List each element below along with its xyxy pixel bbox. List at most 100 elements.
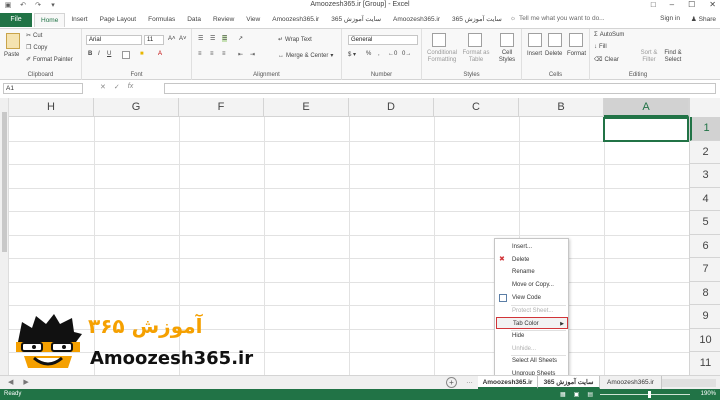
tab-2[interactable]: Page Layout <box>94 13 143 27</box>
merge-center-button[interactable]: ↔ Merge & Center ▾ <box>278 52 333 60</box>
format-cells-icon[interactable] <box>569 33 583 47</box>
scroll-right-icon[interactable]: ▶ <box>23 378 28 386</box>
column-header-d[interactable]: D <box>349 98 434 117</box>
tab-6[interactable]: View <box>240 13 266 27</box>
insert-cells-button[interactable]: Insert <box>527 51 542 57</box>
cell-styles-icon[interactable] <box>500 33 514 47</box>
sort-filter-button[interactable]: Sort & Filter <box>638 50 660 64</box>
column-header-f[interactable]: F <box>179 98 264 117</box>
menu-item-hide[interactable]: Hide <box>496 330 568 342</box>
row-header-7[interactable]: 7 <box>690 258 720 282</box>
tab-4[interactable]: Data <box>181 13 207 27</box>
autosum-button[interactable]: Σ AutoSum <box>594 32 624 38</box>
minimize-icon[interactable]: – <box>670 0 674 9</box>
percent-icon[interactable]: % <box>366 51 371 57</box>
column-header-e[interactable]: E <box>264 98 349 117</box>
format-table-icon[interactable] <box>468 33 482 47</box>
currency-icon[interactable]: $ ▾ <box>348 51 356 58</box>
tab-10[interactable]: سایت آموزش 365 <box>446 13 508 27</box>
find-select-button[interactable]: Find & Select <box>662 50 684 64</box>
tab-7[interactable]: Amoozesh365.ir <box>266 13 325 27</box>
row-header-11[interactable]: 11 <box>690 352 720 376</box>
delete-cells-icon[interactable] <box>548 33 562 47</box>
vertical-scrollbar[interactable] <box>0 98 9 375</box>
comma-icon[interactable]: , <box>378 51 380 57</box>
tab-0[interactable]: Home <box>34 13 66 27</box>
sheet-tab-1[interactable]: Amoozesh365.ir <box>478 376 538 389</box>
row-header-3[interactable]: 3 <box>690 164 720 188</box>
font-name-select[interactable]: Arial <box>86 35 142 45</box>
column-header-c[interactable]: C <box>434 98 519 117</box>
menu-item-move-or-copy[interactable]: Move or Copy... <box>496 279 568 291</box>
font-color-icon[interactable]: A <box>158 51 162 57</box>
cancel-icon[interactable]: ✕ <box>100 83 106 91</box>
menu-item-insert[interactable]: Insert... <box>496 241 568 253</box>
column-header-g[interactable]: G <box>94 98 179 117</box>
wrap-text-button[interactable]: ↵ Wrap Text <box>278 36 312 44</box>
clear-button[interactable]: ⌫ Clear <box>594 56 619 64</box>
sheet-tab-3[interactable]: Amoozesh365.ir <box>600 376 662 389</box>
row-header-8[interactable]: 8 <box>690 282 720 305</box>
indent-icon[interactable]: ⇤ <box>238 51 243 58</box>
insert-function-icon[interactable]: fx <box>128 83 133 91</box>
font-size-select[interactable]: 11 <box>144 35 164 45</box>
sheet-tab-2[interactable]: سایت آموزش 365 <box>538 376 600 389</box>
orientation-icon[interactable]: ↗ <box>238 35 243 42</box>
menu-item-rename[interactable]: Rename <box>496 266 568 278</box>
tab-5[interactable]: Review <box>207 13 240 27</box>
format-cells-button[interactable]: Format <box>567 51 586 57</box>
align-left-icon[interactable]: ≡ <box>198 51 202 57</box>
column-header-b[interactable]: B <box>519 98 604 117</box>
align-middle-icon[interactable]: ☰ <box>210 35 215 42</box>
align-center-icon[interactable]: ≡ <box>210 51 214 57</box>
delete-cells-button[interactable]: Delete <box>545 51 562 57</box>
column-header-a[interactable]: A <box>604 98 689 117</box>
bold-icon[interactable]: B <box>88 51 92 57</box>
page-break-icon[interactable]: ▤ <box>587 391 593 398</box>
paste-button[interactable]: Paste <box>4 52 19 58</box>
fill-button[interactable]: ↓ Fill <box>594 44 607 50</box>
scrollbar-thumb[interactable] <box>2 112 7 252</box>
align-bottom-icon[interactable]: ☰ <box>222 35 228 42</box>
new-sheet-button[interactable]: + <box>446 377 457 388</box>
italic-icon[interactable]: I <box>98 51 100 57</box>
row-header-5[interactable]: 5 <box>690 211 720 235</box>
font-shrink-icon[interactable]: A˅ <box>179 36 187 42</box>
conditional-formatting-icon[interactable] <box>432 33 446 47</box>
close-icon[interactable]: ✕ <box>709 0 716 9</box>
font-grow-icon[interactable]: A˄ <box>168 36 176 42</box>
decrease-decimal-icon[interactable]: 0→ <box>402 51 411 57</box>
cell-styles-button[interactable]: Cell Styles <box>494 50 520 64</box>
align-right-icon[interactable]: ≡ <box>222 51 226 57</box>
row-header-2[interactable]: 2 <box>690 141 720 164</box>
tab-3[interactable]: Formulas <box>142 13 181 27</box>
tab-file[interactable]: File <box>0 13 32 27</box>
enter-icon[interactable]: ✓ <box>114 83 120 91</box>
name-box[interactable]: A1 <box>3 83 83 94</box>
format-painter-button[interactable]: ✐ Format Painter <box>26 56 73 64</box>
format-table-button[interactable]: Format as Table <box>460 50 492 64</box>
page-layout-icon[interactable]: ▣ <box>574 391 580 398</box>
conditional-formatting-button[interactable]: Conditional Formatting <box>424 50 460 64</box>
menu-item-tab-color[interactable]: Tab Color ▶ <box>496 317 568 330</box>
formula-input[interactable] <box>164 83 716 94</box>
scroll-left-icon[interactable]: ◀ <box>8 378 13 386</box>
align-top-icon[interactable]: ☰ <box>198 35 203 42</box>
menu-item-select-all-sheets[interactable]: Select All Sheets <box>496 355 568 367</box>
horizontal-scrollbar[interactable] <box>662 379 716 387</box>
active-cell-a1[interactable] <box>603 117 689 142</box>
menu-item-delete[interactable]: Delete ✖ <box>496 254 568 266</box>
row-header-9[interactable]: 9 <box>690 305 720 329</box>
row-header-4[interactable]: 4 <box>690 188 720 211</box>
row-header-10[interactable]: 10 <box>690 329 720 352</box>
normal-view-icon[interactable]: ▦ <box>560 391 566 398</box>
row-header-6[interactable]: 6 <box>690 235 720 258</box>
more-sheets-icon[interactable]: … <box>466 378 473 385</box>
tell-me[interactable]: ☼ Tell me what you want to do... <box>510 15 605 22</box>
sign-in-link[interactable]: Sign in <box>660 15 680 22</box>
insert-cells-icon[interactable] <box>528 33 542 47</box>
borders-icon[interactable] <box>122 51 130 59</box>
zoom-level[interactable]: 190% <box>701 391 716 397</box>
number-format-select[interactable]: General <box>348 35 418 45</box>
cut-button[interactable]: ✂ Cut <box>26 32 42 40</box>
